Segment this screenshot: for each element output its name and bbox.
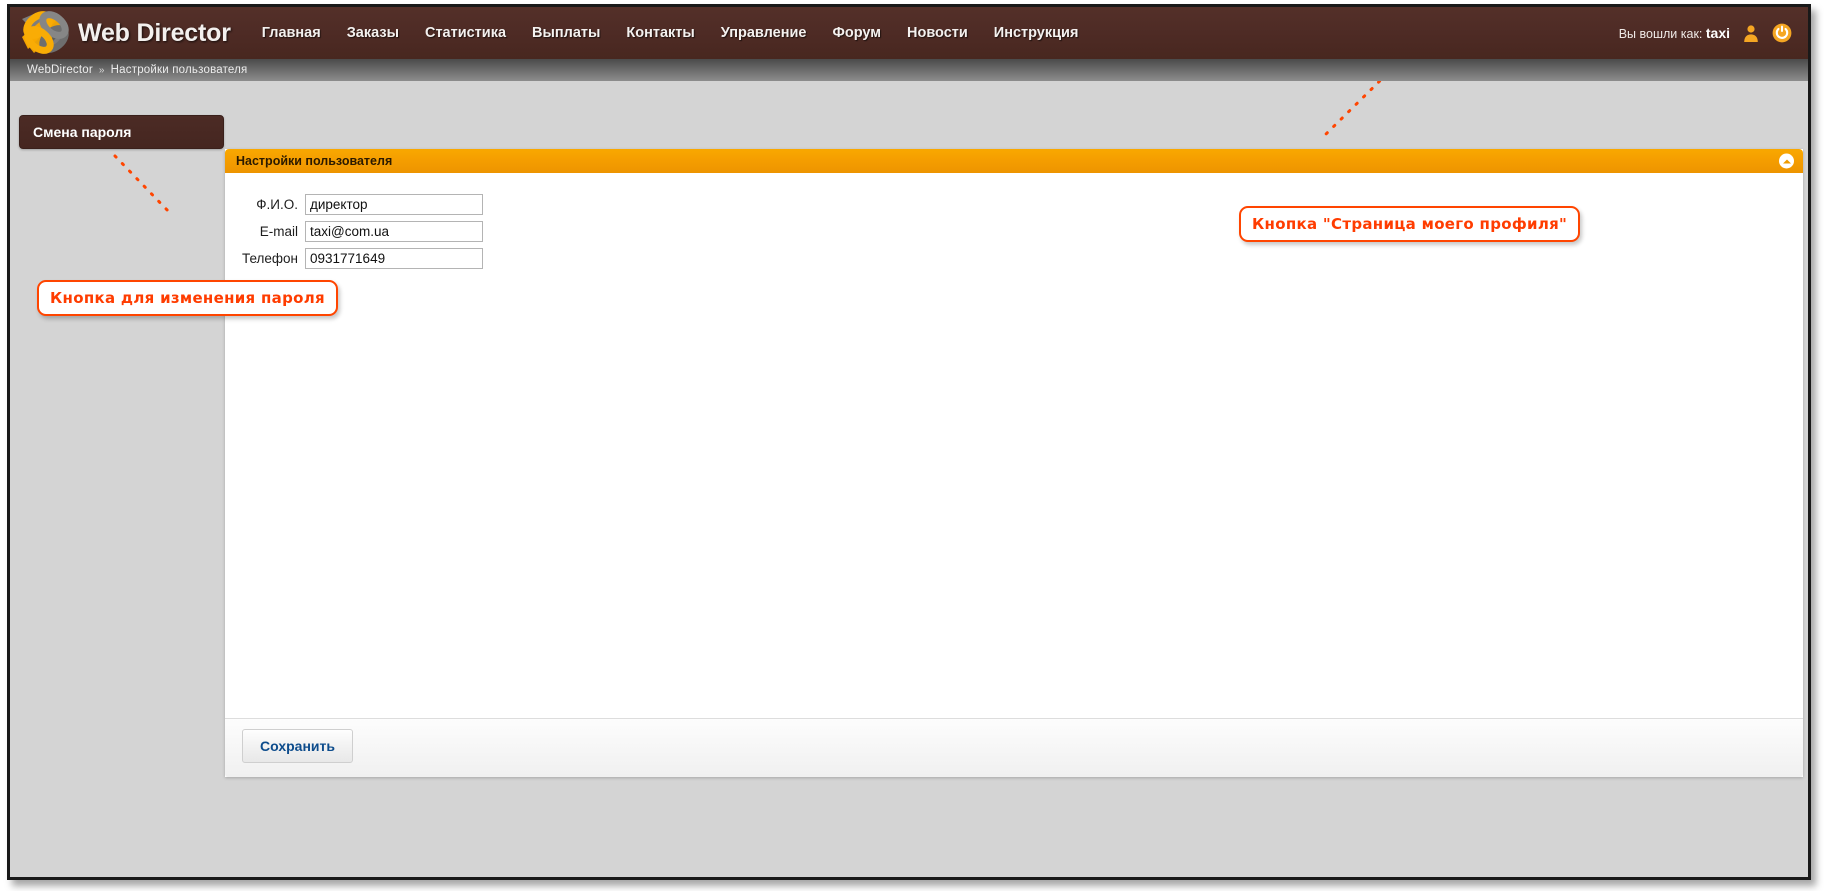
- browser-viewport: Web Director Главная Заказы Статистика В…: [7, 4, 1811, 880]
- page-body: Смена пароля Настройки пользователя Ф.И.…: [10, 81, 1808, 877]
- user-session-area: Вы вошли как: taxi: [1619, 7, 1792, 59]
- power-logout-icon[interactable]: [1772, 23, 1792, 43]
- user-settings-panel: Настройки пользователя Ф.И.О. E-mail: [225, 149, 1803, 777]
- app-logo[interactable]: [14, 10, 78, 56]
- field-label-phone: Телефон: [241, 251, 298, 266]
- nav-item-payouts[interactable]: Выплаты: [519, 19, 613, 47]
- breadcrumb-separator-icon: »: [98, 64, 105, 76]
- email-input[interactable]: [305, 221, 483, 242]
- field-row-phone: Телефон: [238, 248, 1803, 269]
- app-title: Web Director: [78, 18, 231, 47]
- nav-item-contacts[interactable]: Контакты: [613, 19, 707, 47]
- breadcrumb-root[interactable]: WebDirector: [27, 64, 93, 76]
- chevron-up-glyph: [1782, 159, 1791, 163]
- panel-header: Настройки пользователя: [225, 149, 1803, 173]
- sidebar: Смена пароля: [19, 115, 224, 149]
- logged-in-username: taxi: [1705, 25, 1730, 41]
- fullname-input[interactable]: [305, 194, 483, 215]
- user-profile-glyph: [1744, 25, 1758, 42]
- panel-title: Настройки пользователя: [236, 154, 393, 168]
- field-label-fullname: Ф.И.О.: [256, 197, 298, 212]
- annotation-callout-profile: Кнопка "Страница моего профиля": [1239, 206, 1581, 242]
- field-label-email: E-mail: [259, 224, 298, 239]
- breadcrumb: WebDirector » Настройки пользователя: [10, 59, 1808, 81]
- interlocking-bands-logo-icon: [22, 11, 69, 54]
- nav-item-orders[interactable]: Заказы: [334, 19, 412, 47]
- leader-line-profile: [1322, 81, 1382, 138]
- logged-in-label: Вы вошли как: taxi: [1619, 25, 1730, 41]
- top-navigation-bar: Web Director Главная Заказы Статистика В…: [10, 7, 1808, 59]
- logged-in-prefix: Вы вошли как:: [1618, 27, 1703, 41]
- nav-item-forum[interactable]: Форум: [819, 19, 894, 47]
- nav-item-news[interactable]: Новости: [894, 19, 981, 47]
- chevron-up-icon[interactable]: [1779, 153, 1794, 169]
- save-button[interactable]: Сохранить: [242, 729, 353, 763]
- panel-body: Ф.И.О. E-mail Телефон: [225, 173, 1803, 718]
- user-profile-icon[interactable]: [1741, 23, 1761, 43]
- nav-item-home[interactable]: Главная: [249, 19, 334, 47]
- main-nav: Главная Заказы Статистика Выплаты Контак…: [249, 19, 1092, 47]
- nav-item-statistics[interactable]: Статистика: [412, 19, 519, 47]
- phone-input[interactable]: [305, 248, 483, 269]
- screenshot-root: Web Director Главная Заказы Статистика В…: [0, 0, 1824, 891]
- annotation-callout-password: Кнопка для изменения пароля: [37, 280, 338, 316]
- power-logout-glyph: [1772, 23, 1792, 43]
- breadcrumb-current: Настройки пользователя: [110, 64, 248, 76]
- panel-footer: Сохранить: [225, 718, 1803, 777]
- leader-line-password: [113, 154, 172, 215]
- sidebar-item-change-password[interactable]: Смена пароля: [19, 115, 224, 149]
- nav-item-management[interactable]: Управление: [708, 19, 820, 47]
- nav-item-manual[interactable]: Инструкция: [981, 19, 1092, 47]
